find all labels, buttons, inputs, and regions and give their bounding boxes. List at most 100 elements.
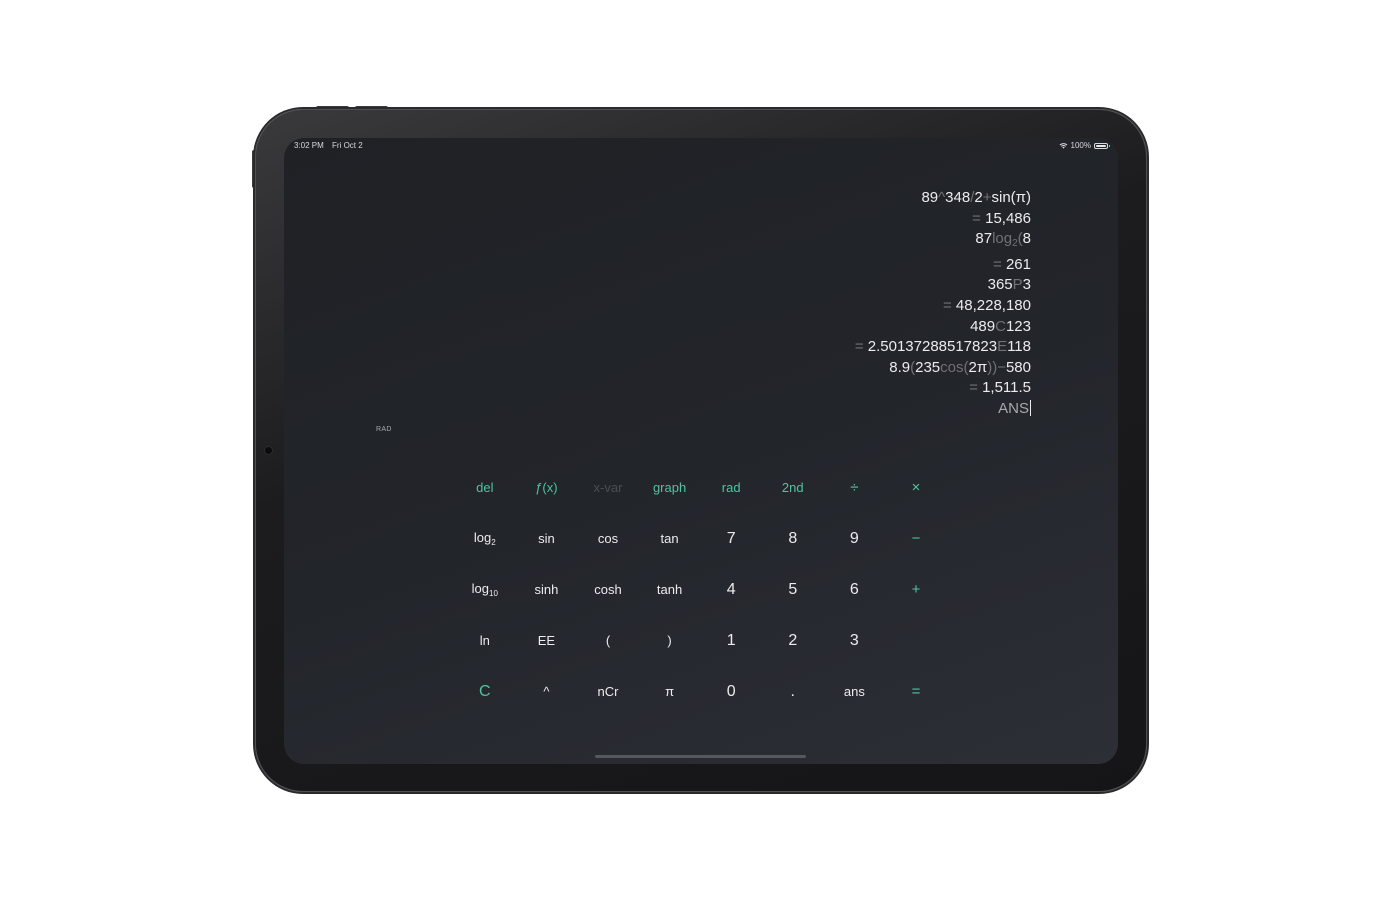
keypad: del ƒ(x) x-var graph rad 2nd ÷ × log2 sin cos tan 7 8… [454,462,947,718]
history-token: 118 [1007,338,1031,356]
current-input-text: ANS [998,399,1029,417]
text-cursor [1030,399,1031,416]
key-label: x-var [593,480,623,495]
key-log10[interactable]: log10 [472,582,498,598]
key-graph[interactable]: graph [653,481,686,494]
home-indicator[interactable] [595,755,806,758]
key-8[interactable]: 8 [788,530,797,547]
key-label: ans [843,684,865,699]
key-rad[interactable]: rad [722,481,741,494]
key-cosh[interactable]: cosh [594,583,621,596]
key-tanh[interactable]: tanh [657,583,682,596]
key-label: 0 [726,682,736,700]
key-label: . [790,682,795,700]
key-label: ln [479,633,490,648]
key-label: del [476,480,494,495]
history-result[interactable]: = 1,511.5 [855,378,1031,399]
key-label: × [911,479,921,496]
history-token: cos [940,358,964,376]
history-token: 580 [1005,358,1031,376]
key-subscript: 10 [489,588,498,598]
history-expression[interactable]: 365P3 [855,275,1031,296]
history-token: − [997,358,1006,376]
status-bar-right: 100% [1059,141,1110,150]
key-ans[interactable]: ans [844,685,865,698]
key-label: 9 [849,529,859,547]
key-x-var[interactable]: x-var [594,481,623,494]
key-tan[interactable]: tan [661,532,679,545]
history-expression[interactable]: 8.9(235cos(2π))−580 [855,358,1031,379]
history-token: 87 [975,230,993,248]
key-plus[interactable]: + [912,582,921,597]
key-cos[interactable]: cos [598,532,618,545]
key-label: EE [537,633,556,648]
key-3[interactable]: 3 [849,631,859,649]
key-4[interactable]: 4 [727,581,736,598]
key-sinh[interactable]: sinh [534,583,558,596]
key-0[interactable]: 0 [726,682,736,700]
history-token: = [942,296,956,314]
current-input[interactable]: ANS [855,399,1031,420]
key-label: tanh [656,582,683,597]
history-token: 1,511.5 [982,379,1031,397]
key-5[interactable]: 5 [788,580,798,598]
key-label: 5 [788,580,798,598]
key-c[interactable]: C [479,683,491,700]
history-result[interactable]: = 15,486 [855,209,1031,230]
history-token: 48,228,180 [955,296,1031,314]
key-equals[interactable]: = [912,684,921,699]
history-result[interactable]: = 261 [855,255,1031,276]
key-del[interactable]: del [476,481,493,494]
key-function[interactable]: ƒ(x) [535,481,557,494]
calculation-history[interactable]: 89^348/2+sin(π) = 15,486 87log2(8 = 261 365P… [855,188,1031,420]
key-decimal[interactable]: . [790,682,795,700]
history-result[interactable]: = 2.50137288517823E118 [855,337,1031,358]
key-label: cos [597,531,619,546]
key-label: cosh [594,582,622,597]
history-token: 235 [915,358,941,376]
key-2[interactable]: 2 [788,632,797,649]
history-token: 8 [1022,230,1031,248]
key-ncr[interactable]: nCr [598,685,619,698]
key-sin[interactable]: sin [538,532,555,545]
key-label: ) [667,633,672,648]
history-token: )) [987,358,998,376]
key-ee[interactable]: EE [538,634,555,647]
battery-icon [1094,142,1110,149]
key-ln[interactable]: ln [480,634,490,647]
stage: 3:02 PM Fri Oct 2 100% 89^348/2+sin(π) = … [0,0,1400,900]
battery-percent: 100% [1070,141,1091,150]
history-token: = [854,338,868,356]
key-power[interactable]: ^ [543,685,549,698]
key-multiply[interactable]: × [912,480,921,495]
key-1[interactable]: 1 [727,632,736,649]
key-open-paren[interactable]: ( [606,634,610,647]
status-bar-left: 3:02 PM Fri Oct 2 [294,141,363,150]
key-minus[interactable]: − [912,531,921,546]
history-expression[interactable]: 489C123 [855,317,1031,338]
history-expression[interactable]: 87log2(8 [855,229,1031,255]
history-token: C [995,317,1006,335]
key-label: ^ [543,684,550,699]
history-token: 2 [974,189,983,206]
history-expression[interactable]: 89^348/2+sin(π) [855,188,1031,209]
key-log2[interactable]: log2 [474,531,496,547]
history-result[interactable]: = 48,228,180 [855,296,1031,317]
history-token: 8.9 [889,358,911,376]
key-label: ( [605,633,611,648]
key-label: nCr [597,684,619,699]
key-6[interactable]: 6 [849,580,859,598]
key-label: 3 [849,631,859,649]
status-date: Fri Oct 2 [332,141,363,150]
key-7[interactable]: 7 [727,530,736,547]
key-2nd[interactable]: 2nd [782,481,804,494]
angle-mode-label: RAD [376,426,392,433]
key-9[interactable]: 9 [849,529,859,547]
key-label: 6 [849,580,859,598]
key-subscript: 2 [491,537,496,547]
key-close-paren[interactable]: ) [667,634,671,647]
key-label: log [473,529,492,545]
history-token: = [993,255,1006,273]
key-pi[interactable]: π [665,685,674,698]
key-divide[interactable]: ÷ [850,480,858,495]
